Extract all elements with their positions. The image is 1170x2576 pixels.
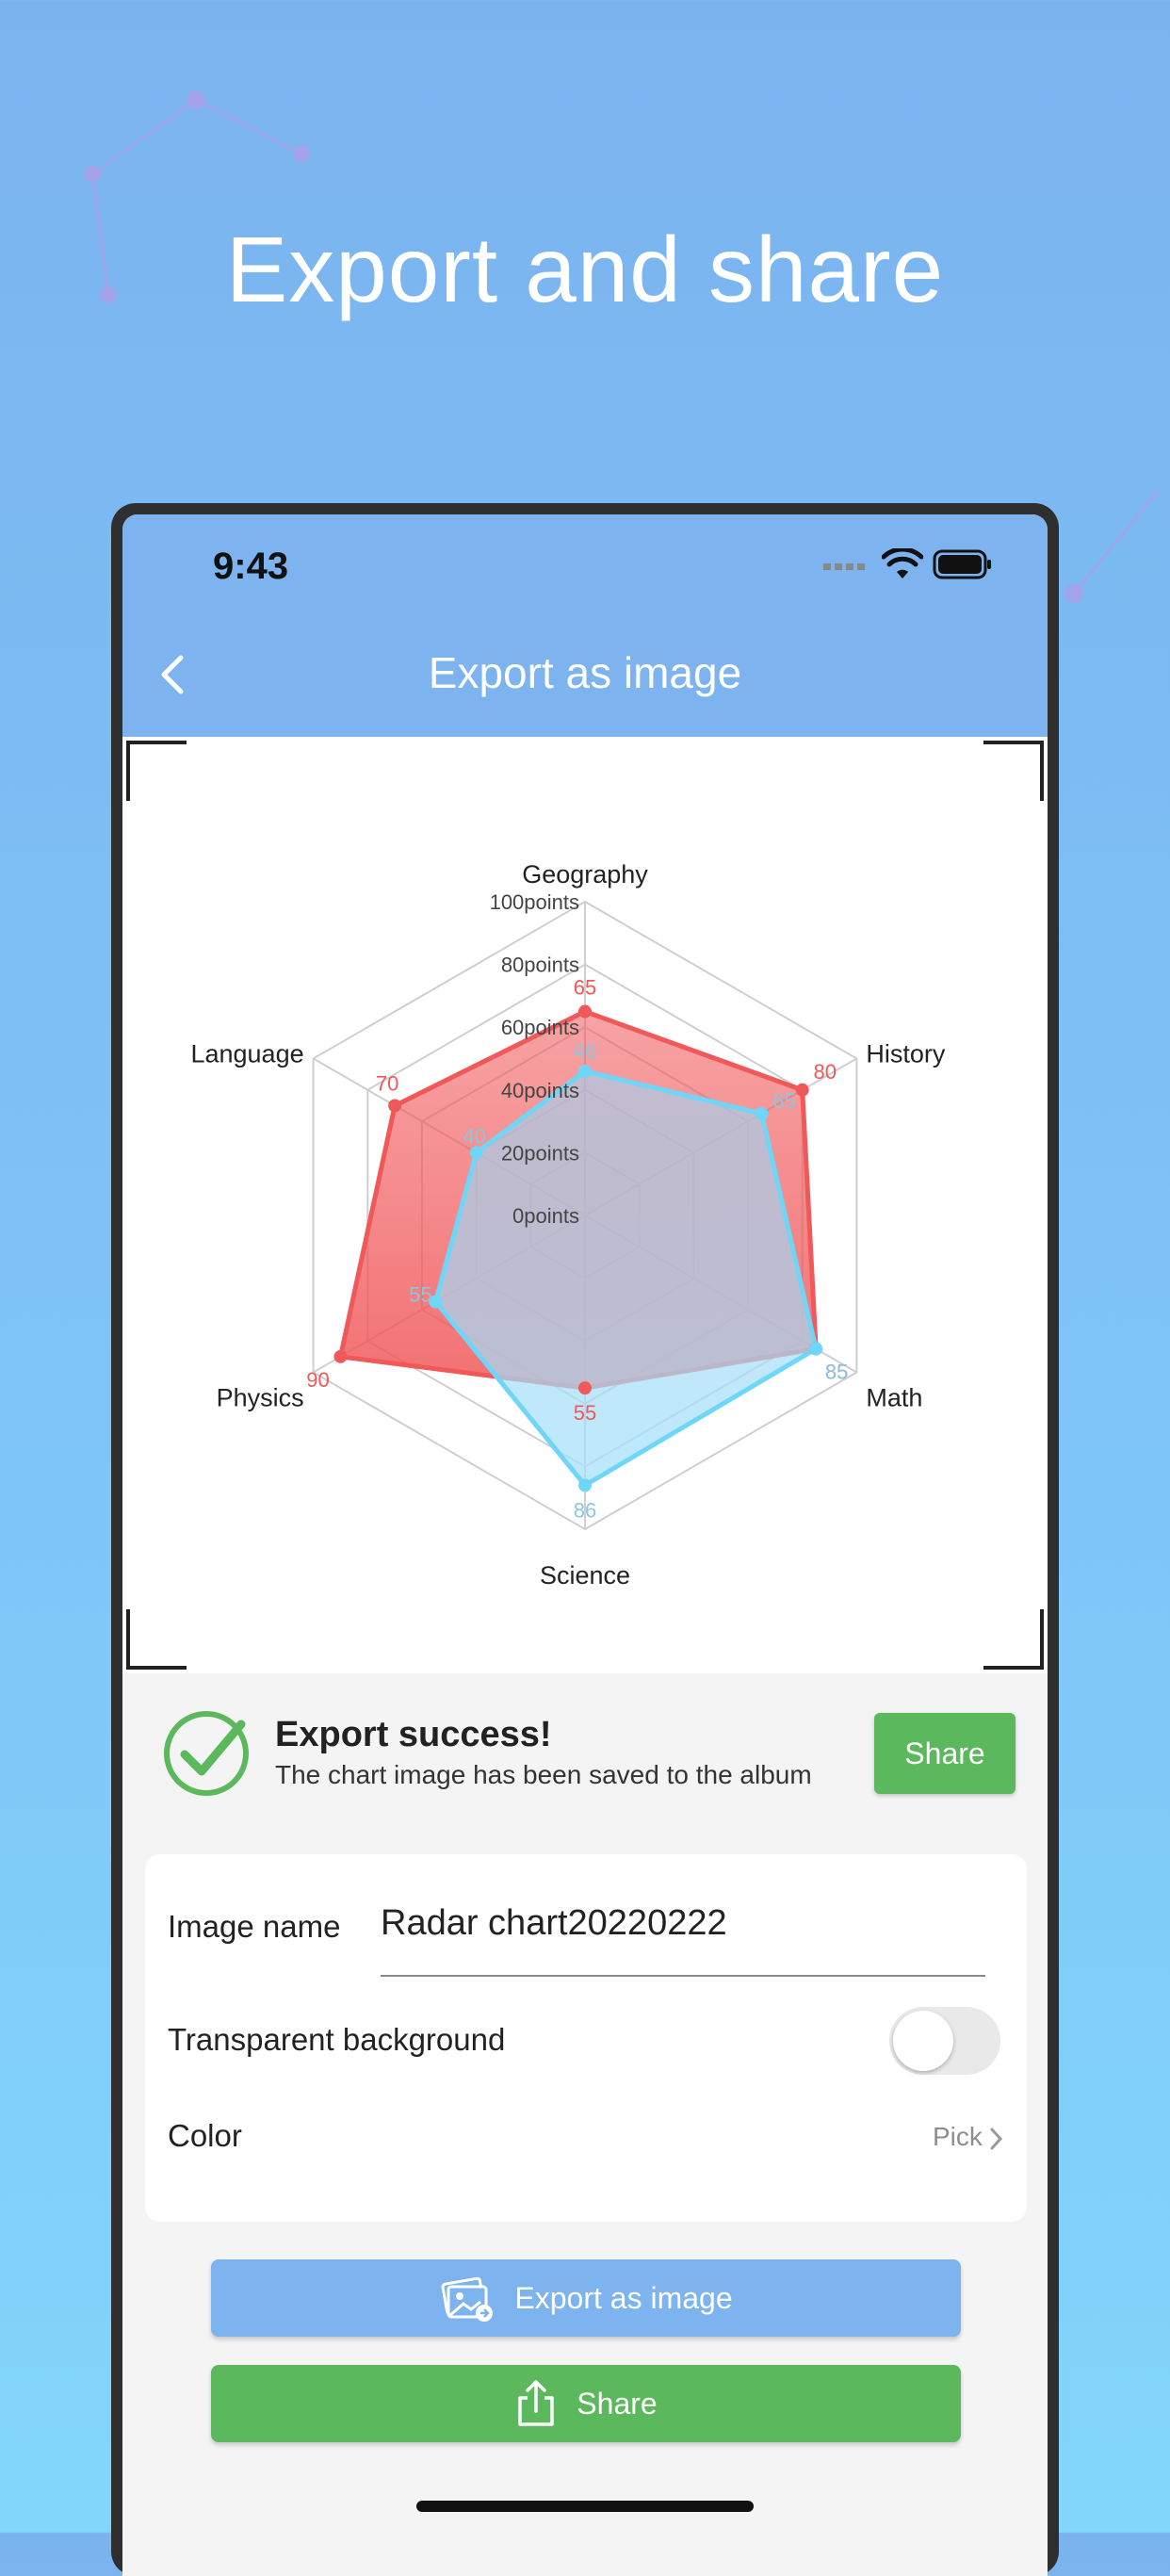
export-success-banner: Export success! The chart image has been… bbox=[122, 1673, 1048, 1841]
radar-data-label: 65 bbox=[772, 1089, 795, 1113]
export-as-image-button[interactable]: Export as image bbox=[211, 2259, 961, 2337]
image-name-label: Image name bbox=[168, 1909, 341, 1944]
status-time: 9:43 bbox=[213, 546, 289, 587]
chevron-right-icon[interactable] bbox=[987, 2122, 1006, 2156]
radar-data-point bbox=[755, 1106, 769, 1120]
radar-data-label: 40 bbox=[463, 1124, 485, 1148]
export-button-label: Export as image bbox=[514, 2280, 733, 2315]
radar-scale-label: 80points bbox=[501, 954, 579, 977]
radar-data-point bbox=[388, 1099, 402, 1113]
radar-data-label: 85 bbox=[825, 1361, 848, 1384]
radar-data-point bbox=[809, 1342, 823, 1356]
chart-preview: 0points 20points 40points 60points 80points 1… bbox=[122, 737, 1048, 1673]
share-button[interactable]: Share bbox=[211, 2365, 961, 2442]
success-title: Export success! bbox=[275, 1715, 552, 1754]
color-label: Color bbox=[168, 2118, 242, 2153]
transparent-background-label: Transparent background bbox=[168, 2022, 506, 2057]
radar-data-label: 55 bbox=[409, 1283, 431, 1307]
share-button-small[interactable]: Share bbox=[874, 1713, 1016, 1794]
radar-data-point bbox=[578, 1064, 592, 1078]
radar-data-label: 80 bbox=[813, 1060, 836, 1084]
image-name-underline bbox=[381, 1975, 985, 1977]
nav-title: Export as image bbox=[428, 648, 742, 697]
crop-corner-bottom-left bbox=[126, 1609, 187, 1670]
page-headline: Export and share bbox=[225, 218, 945, 321]
back-arrow-icon[interactable] bbox=[145, 646, 202, 703]
crop-corner-top-left bbox=[126, 741, 187, 801]
phone-frame: 9:43 Export as image 0points 20points 40… bbox=[111, 503, 1059, 2576]
success-message: The chart image has been saved to the al… bbox=[275, 1760, 812, 1789]
battery-icon bbox=[933, 549, 991, 579]
export-settings-card: Image name Radar chart20220222 Transpare… bbox=[145, 1854, 1027, 2222]
transparent-background-toggle[interactable] bbox=[889, 2007, 1000, 2075]
radar-data-point bbox=[578, 1381, 592, 1395]
radar-data-point bbox=[578, 1004, 592, 1019]
radar-data-label: 70 bbox=[376, 1071, 398, 1095]
radar-scale-label: 20points bbox=[501, 1141, 579, 1165]
export-image-icon bbox=[441, 2276, 494, 2322]
radar-scale-label: 40points bbox=[501, 1079, 579, 1102]
image-name-field[interactable]: Radar chart20220222 bbox=[381, 1903, 727, 1944]
home-indicator bbox=[416, 2501, 754, 2512]
toggle-knob bbox=[893, 2011, 953, 2071]
radar-axis-label: History bbox=[866, 1040, 946, 1068]
crop-corner-top-right bbox=[983, 741, 1044, 801]
radar-chart: 0points 20points 40points 60points 80points 1… bbox=[190, 860, 946, 1590]
share-button-label: Share bbox=[577, 2386, 658, 2421]
radar-scale-label: 60points bbox=[501, 1016, 579, 1039]
radar-scale-label: 100points bbox=[490, 890, 579, 914]
color-pick-link[interactable]: Pick bbox=[933, 2122, 983, 2152]
radar-data-label: 65 bbox=[574, 976, 596, 1000]
nav-bar: Export as image bbox=[122, 609, 1048, 737]
radar-data-label: 46 bbox=[574, 1039, 596, 1063]
radar-axis-label: Language bbox=[190, 1040, 303, 1068]
radar-data-point bbox=[795, 1083, 809, 1097]
radar-axis-label: Math bbox=[866, 1384, 922, 1412]
radar-scale-label: 0points bbox=[512, 1204, 579, 1228]
radar-data-label: 86 bbox=[574, 1498, 596, 1522]
status-bar: 9:43 bbox=[122, 514, 1048, 609]
radar-axis-label: Physics bbox=[217, 1384, 304, 1412]
radar-data-point bbox=[333, 1349, 348, 1363]
radar-data-label: 90 bbox=[306, 1368, 329, 1392]
success-check-icon bbox=[164, 1711, 249, 1796]
share-icon bbox=[518, 2380, 555, 2426]
radar-data-point bbox=[469, 1146, 483, 1160]
crop-corner-bottom-right bbox=[983, 1609, 1044, 1670]
radar-axis-label: Science bbox=[540, 1561, 630, 1590]
cellular-signal-icon bbox=[823, 563, 865, 570]
radar-axis-label: Geography bbox=[522, 860, 648, 889]
radar-data-point bbox=[578, 1478, 592, 1492]
phone-screen: 9:43 Export as image 0points 20points 40… bbox=[122, 514, 1048, 2576]
wifi-icon bbox=[882, 548, 923, 579]
radar-data-label: 55 bbox=[574, 1401, 596, 1425]
